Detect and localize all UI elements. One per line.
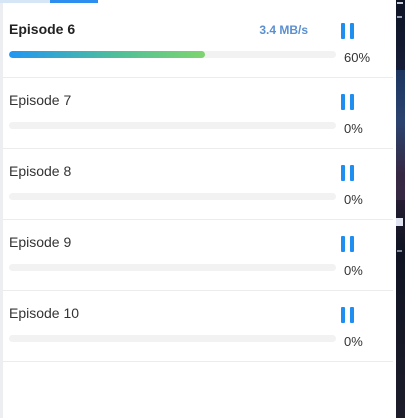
pause-icon[interactable] — [341, 165, 355, 181]
episode-title: Episode 9 — [9, 234, 72, 250]
progress-percent: 0% — [344, 334, 363, 349]
download-speed: 3.4 MB/s — [259, 23, 308, 37]
progress-bar — [9, 122, 336, 129]
pause-icon[interactable] — [341, 307, 355, 323]
tab-indicator — [0, 0, 98, 3]
pause-icon[interactable] — [341, 236, 355, 252]
pause-icon[interactable] — [341, 23, 355, 39]
download-item[interactable]: Episode 7 0% — [3, 78, 393, 149]
progress-percent: 0% — [344, 192, 363, 207]
progress-bar — [9, 193, 336, 200]
episode-title: Episode 10 — [9, 305, 80, 321]
download-item[interactable]: Episode 8 0% — [3, 149, 393, 220]
download-item[interactable]: Episode 10 0% — [3, 291, 393, 362]
progress-bar — [9, 335, 336, 342]
progress-percent: 0% — [344, 263, 363, 278]
progress-percent: 0% — [344, 121, 363, 136]
episode-title: Episode 8 — [9, 163, 72, 179]
pause-icon[interactable] — [341, 94, 355, 110]
background-content-peek — [396, 0, 405, 418]
episode-title: Episode 7 — [9, 92, 72, 108]
download-item[interactable]: Episode 6 3.4 MB/s 60% — [3, 7, 393, 78]
progress-fill — [9, 51, 206, 58]
download-item[interactable]: Episode 9 0% — [3, 220, 393, 291]
download-list-panel: Episode 6 3.4 MB/s 60% Episode 7 0% Epis… — [0, 0, 396, 418]
active-tab-indicator — [50, 0, 98, 3]
progress-percent: 60% — [344, 50, 371, 65]
progress-bar — [9, 51, 336, 58]
progress-bar — [9, 264, 336, 271]
episode-title: Episode 6 — [9, 21, 76, 37]
